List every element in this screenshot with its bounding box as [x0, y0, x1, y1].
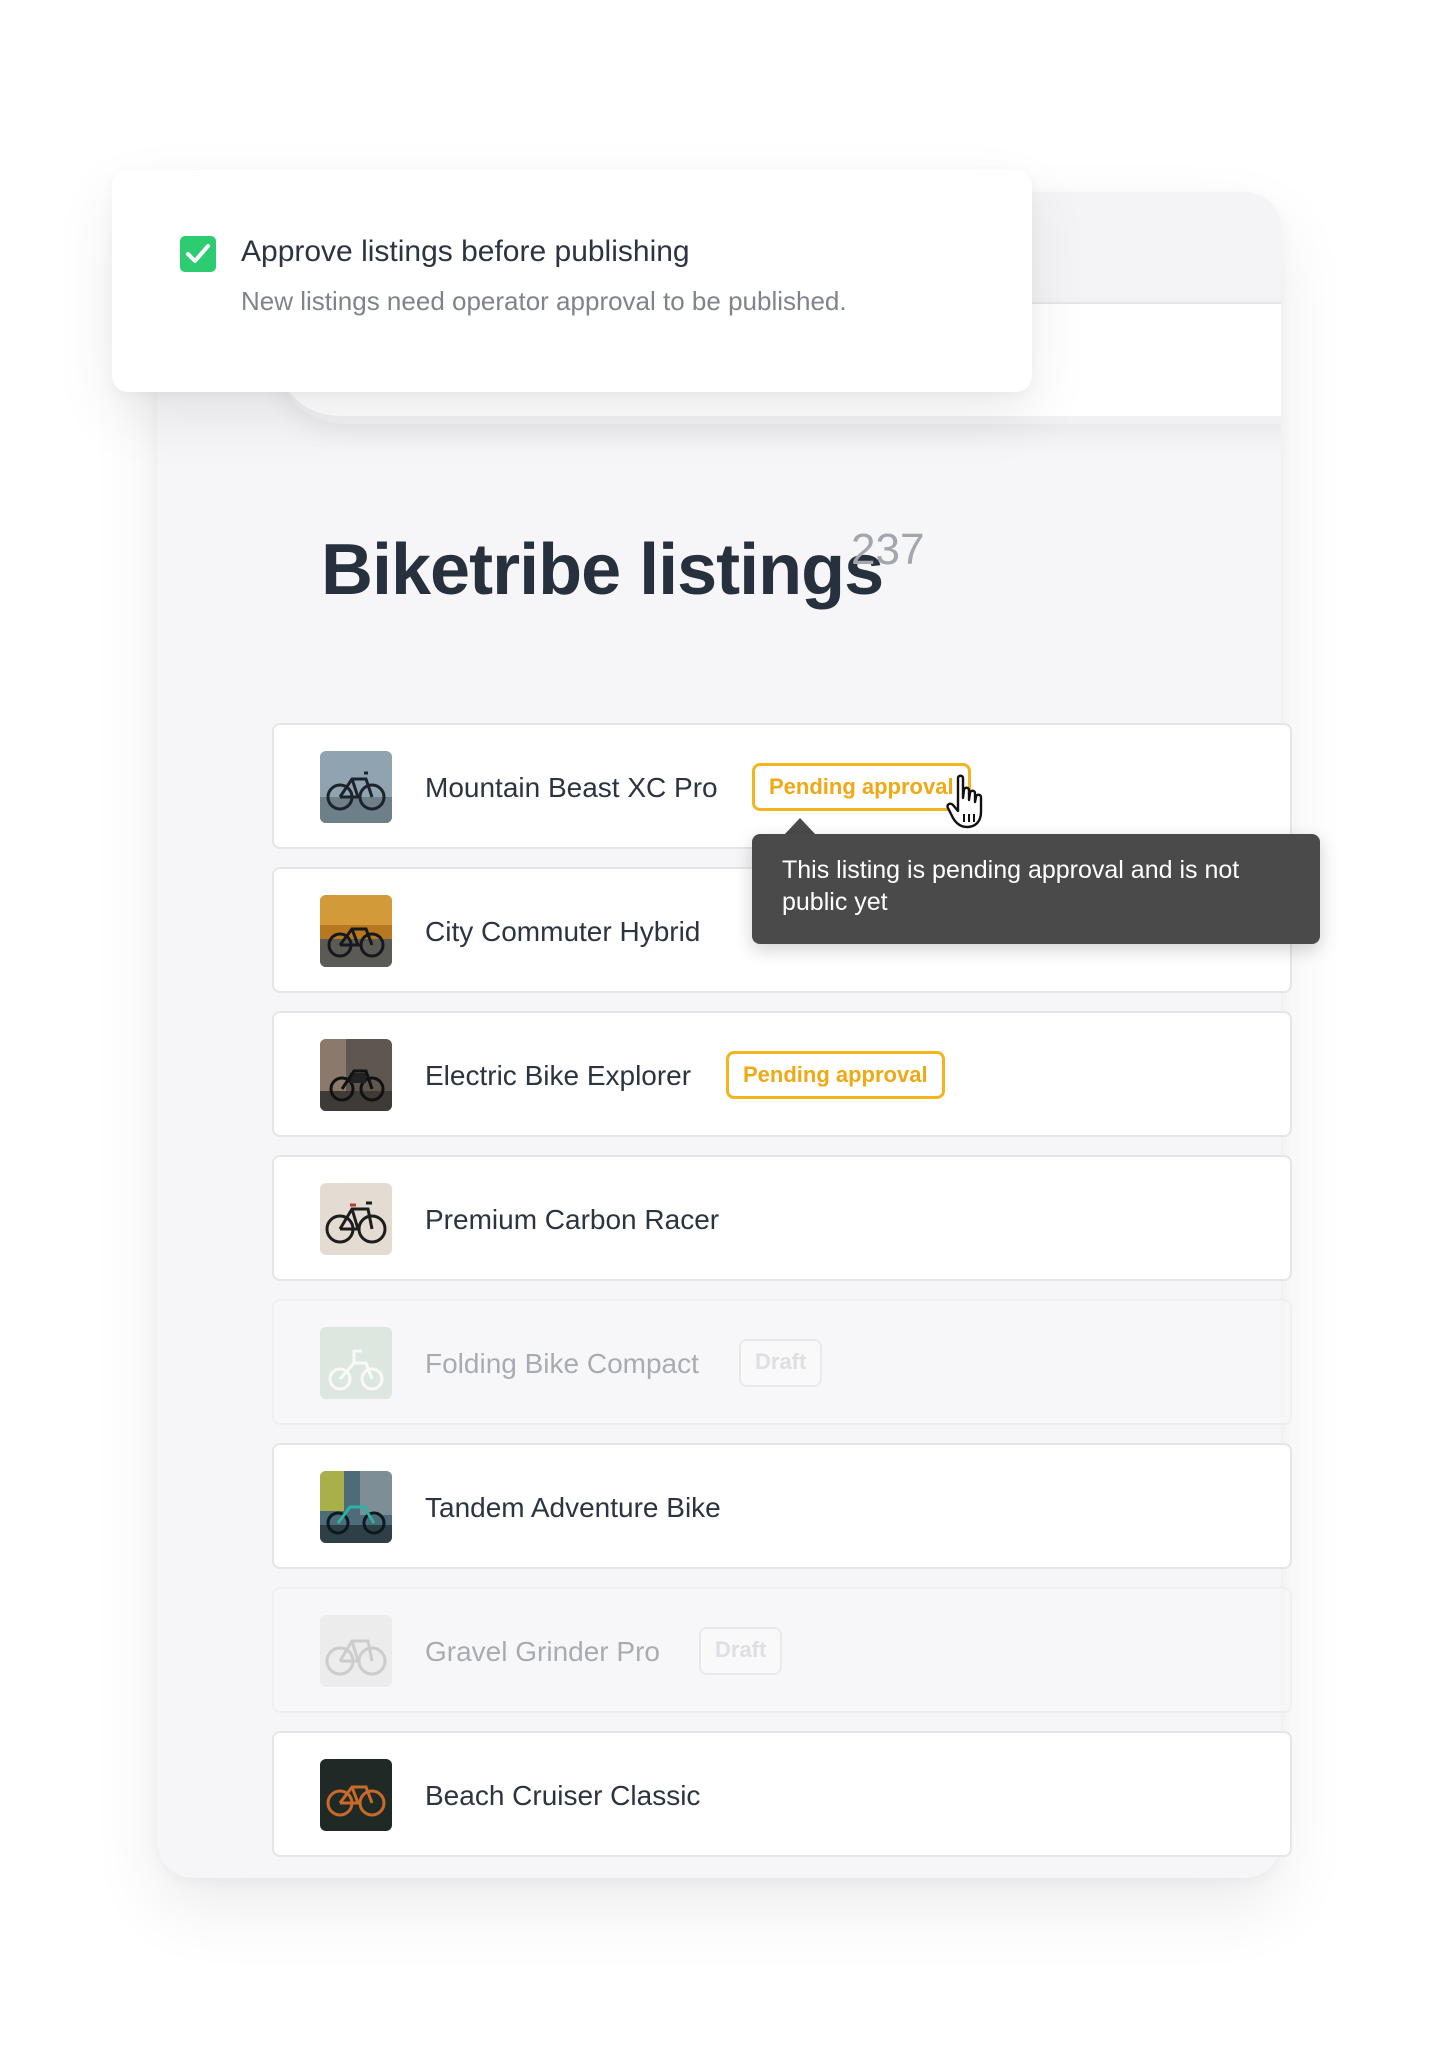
listing-row[interactable]: Folding Bike Compact Draft	[272, 1299, 1292, 1425]
bicycle-thumbnail-icon	[320, 1327, 392, 1399]
bicycle-thumbnail-icon	[320, 751, 392, 823]
listing-name: Electric Bike Explorer	[425, 1060, 692, 1091]
listing-row[interactable]: Beach Cruiser Classic	[272, 1731, 1292, 1857]
draft-badge: Draft	[699, 1627, 783, 1675]
hand-pointer-cursor-icon	[946, 774, 983, 829]
approve-listings-label[interactable]: Approve listings before publishing	[241, 232, 690, 272]
listing-name: Mountain Beast XC Pro	[425, 772, 718, 803]
tooltip-text-line: public yet	[782, 888, 888, 916]
approve-listings-description: New listings need operator approval to b…	[241, 286, 847, 316]
listing-name: Premium Carbon Racer	[425, 1204, 720, 1235]
listing-row[interactable]: Electric Bike Explorer Pending approval	[272, 1011, 1292, 1137]
bicycle-thumbnail-icon	[320, 1471, 392, 1543]
bicycle-thumbnail-icon	[320, 895, 392, 967]
approval-setting-card: Approve listings before publishing New l…	[112, 170, 1032, 392]
listing-row[interactable]: Mountain Beast XC Pro Pending approval	[272, 723, 1292, 849]
bicycle-thumbnail-icon	[320, 1759, 392, 1831]
pending-approval-tooltip: This listing is pending approval and is …	[752, 834, 1320, 944]
listing-name: Tandem Adventure Bike	[425, 1492, 721, 1523]
page-title: Biketribe listings	[321, 530, 884, 610]
draft-badge: Draft	[739, 1339, 823, 1387]
listing-name: City Commuter Hybrid	[425, 916, 701, 947]
bicycle-thumbnail-icon	[320, 1039, 392, 1111]
listing-name: Folding Bike Compact	[425, 1348, 699, 1379]
listing-name: Beach Cruiser Classic	[425, 1780, 701, 1811]
checkmark-icon	[186, 244, 210, 263]
listing-row[interactable]: Gravel Grinder Pro Draft	[272, 1587, 1292, 1713]
pending-approval-badge[interactable]: Pending approval	[752, 763, 971, 811]
listing-row[interactable]: Tandem Adventure Bike	[272, 1443, 1292, 1569]
listing-row[interactable]: Premium Carbon Racer	[272, 1155, 1292, 1281]
tooltip-text-line: This listing is pending approval and is …	[782, 856, 1240, 884]
tooltip-arrow	[784, 818, 816, 835]
pending-approval-badge[interactable]: Pending approval	[726, 1051, 945, 1099]
approve-listings-checkbox[interactable]	[180, 236, 216, 272]
listing-count: 237	[851, 525, 925, 574]
bicycle-thumbnail-icon	[320, 1183, 392, 1255]
listing-name: Gravel Grinder Pro	[425, 1636, 660, 1667]
bicycle-thumbnail-icon	[320, 1615, 392, 1687]
screen: { "approval_setting": { "checked": true,…	[0, 0, 1440, 2064]
